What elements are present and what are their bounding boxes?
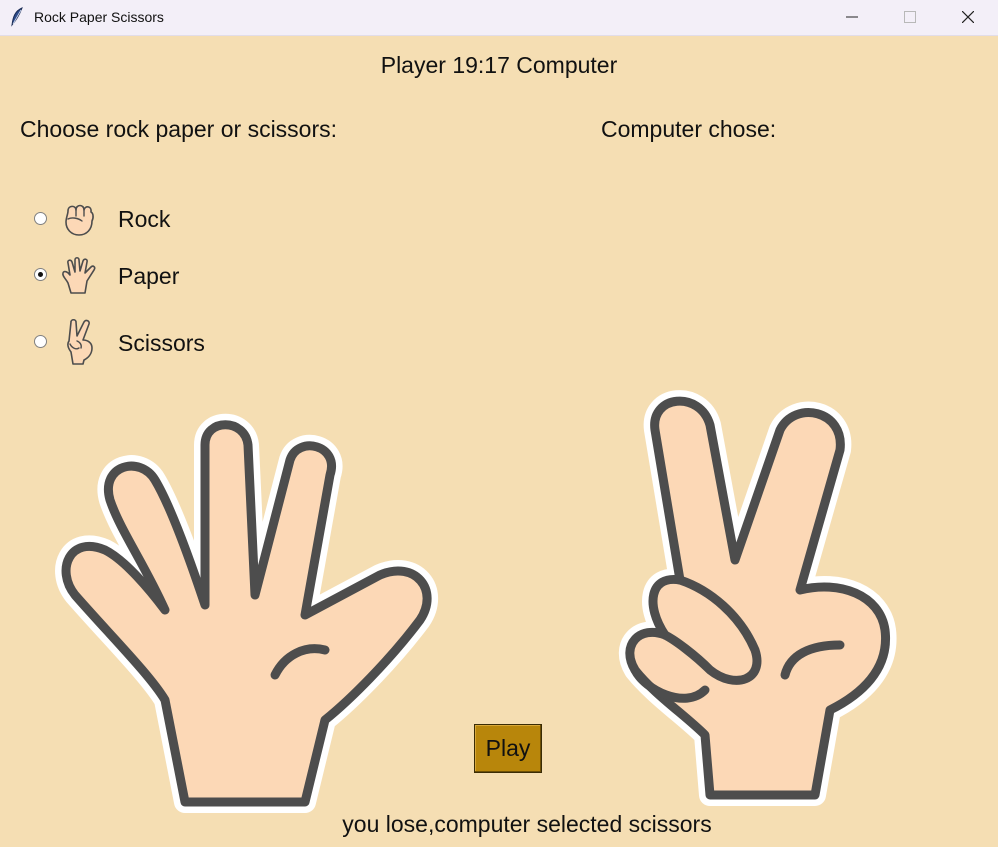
app-window: Rock Paper Scissors Player 19:17 Compute…: [0, 0, 998, 847]
close-icon: [962, 11, 974, 23]
close-button[interactable]: [940, 0, 998, 35]
scissors-hand-icon: [67, 318, 93, 365]
scissors-radio[interactable]: [34, 335, 47, 348]
maximize-button[interactable]: [882, 0, 940, 35]
computer-choice-scissors-image: [618, 390, 897, 806]
computer-chose-label: Computer chose:: [601, 116, 777, 142]
play-button[interactable]: Play: [474, 724, 542, 773]
option-paper[interactable]: Paper: [34, 256, 234, 296]
paper-label: Paper: [118, 263, 180, 289]
scissors-label: Scissors: [118, 330, 205, 356]
title-bar: Rock Paper Scissors: [0, 0, 998, 36]
minimize-button[interactable]: [824, 0, 882, 35]
feather-icon: [11, 7, 23, 27]
player-choice-paper-image: [55, 413, 439, 813]
option-scissors[interactable]: Scissors: [34, 318, 234, 365]
result-message: you lose,computer selected scissors: [342, 811, 712, 837]
maximize-icon: [904, 11, 916, 23]
option-rock[interactable]: Rock: [34, 199, 234, 239]
choose-prompt: Choose rock paper or scissors:: [20, 116, 338, 142]
score-label: Player 19:17 Computer: [380, 52, 618, 78]
window-title: Rock Paper Scissors: [34, 9, 164, 25]
paper-hand-icon: [62, 256, 96, 294]
minimize-icon: [846, 16, 858, 18]
rock-label: Rock: [118, 206, 171, 232]
paper-radio[interactable]: [34, 268, 47, 281]
rock-hand-icon: [65, 204, 94, 236]
rock-radio[interactable]: [34, 212, 47, 225]
